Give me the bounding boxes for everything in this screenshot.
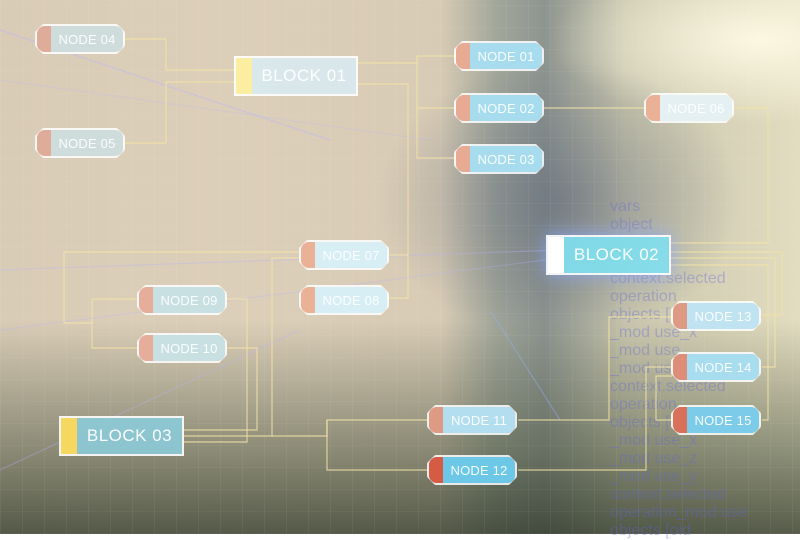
edge-node14-node15 (655, 375, 672, 421)
node-label: NODE 06 (660, 95, 732, 121)
edge-block01-node02 (416, 63, 455, 109)
node-tab (673, 407, 687, 433)
node-14[interactable]: NODE 14 (671, 352, 761, 382)
block-02-label: BLOCK 02 (564, 237, 669, 273)
edge-node14-node12 (518, 366, 672, 471)
node-09[interactable]: NODE 09 (137, 285, 227, 315)
node-08[interactable]: NODE 08 (299, 285, 389, 315)
node-tab (646, 95, 660, 121)
node-label: NODE 12 (443, 457, 515, 483)
edge-block01-node01 (357, 55, 455, 64)
node-tab (301, 287, 315, 313)
node-12[interactable]: NODE 12 (427, 455, 517, 485)
node-tab (139, 287, 153, 313)
node-07[interactable]: NODE 07 (299, 240, 389, 270)
block-03-tab (61, 418, 77, 454)
node-label: NODE 04 (51, 26, 123, 52)
node-label: NODE 10 (153, 335, 225, 361)
edge-node04-block01 (125, 38, 235, 71)
node-15[interactable]: NODE 15 (671, 405, 761, 435)
node-04[interactable]: NODE 04 (35, 24, 125, 54)
edge-block03-node11 (272, 419, 428, 437)
node-tab (139, 335, 153, 361)
edge-block03-node12 (326, 420, 428, 471)
edge-node06-block02 (670, 107, 769, 244)
block-01-label: BLOCK 01 (252, 58, 356, 94)
node-tab (456, 43, 470, 69)
node-tab (456, 95, 470, 121)
node-label: NODE 14 (687, 354, 759, 380)
node-tab (673, 303, 687, 329)
node-03[interactable]: NODE 03 (454, 144, 544, 174)
node-label: NODE 13 (687, 303, 759, 329)
block-01-tab (236, 58, 252, 94)
node-label: NODE 09 (153, 287, 225, 313)
node-01[interactable]: NODE 01 (454, 41, 544, 71)
block-02-tab (548, 237, 564, 273)
block-03[interactable]: BLOCK 03 (59, 416, 184, 456)
edge-node09-block03 (183, 298, 248, 443)
node-tab (429, 407, 443, 433)
node-label: NODE 08 (315, 287, 387, 313)
node-tab (673, 354, 687, 380)
light-streak (0, 249, 561, 271)
block-02[interactable]: BLOCK 02 (546, 235, 671, 275)
edge-node10 (91, 299, 138, 349)
edge-node05-block01 (125, 81, 235, 144)
edge-block01-node03 (416, 108, 455, 159)
node-label: NODE 15 (687, 407, 759, 433)
block-01[interactable]: BLOCK 01 (234, 56, 358, 96)
node-tab (37, 130, 51, 156)
node-label: NODE 07 (315, 242, 387, 268)
node-05[interactable]: NODE 05 (35, 128, 125, 158)
edge-block02-node15 (670, 264, 769, 421)
node-02[interactable]: NODE 02 (454, 93, 544, 123)
light-streak (489, 309, 561, 421)
node-label: NODE 05 (51, 130, 123, 156)
block-03-label: BLOCK 03 (77, 418, 182, 454)
light-streak (0, 257, 561, 331)
node-tab (301, 242, 315, 268)
node-label: NODE 02 (470, 95, 542, 121)
node-tab (456, 146, 470, 172)
node-label: NODE 01 (470, 43, 542, 69)
node-label: NODE 03 (470, 146, 542, 172)
node-13[interactable]: NODE 13 (671, 301, 761, 331)
node-tab (429, 457, 443, 483)
edge-node13-node11 (518, 316, 672, 421)
node-11[interactable]: NODE 11 (427, 405, 517, 435)
node-06[interactable]: NODE 06 (644, 93, 734, 123)
node-tab (37, 26, 51, 52)
node-10[interactable]: NODE 10 (137, 333, 227, 363)
node-label: NODE 11 (443, 407, 515, 433)
